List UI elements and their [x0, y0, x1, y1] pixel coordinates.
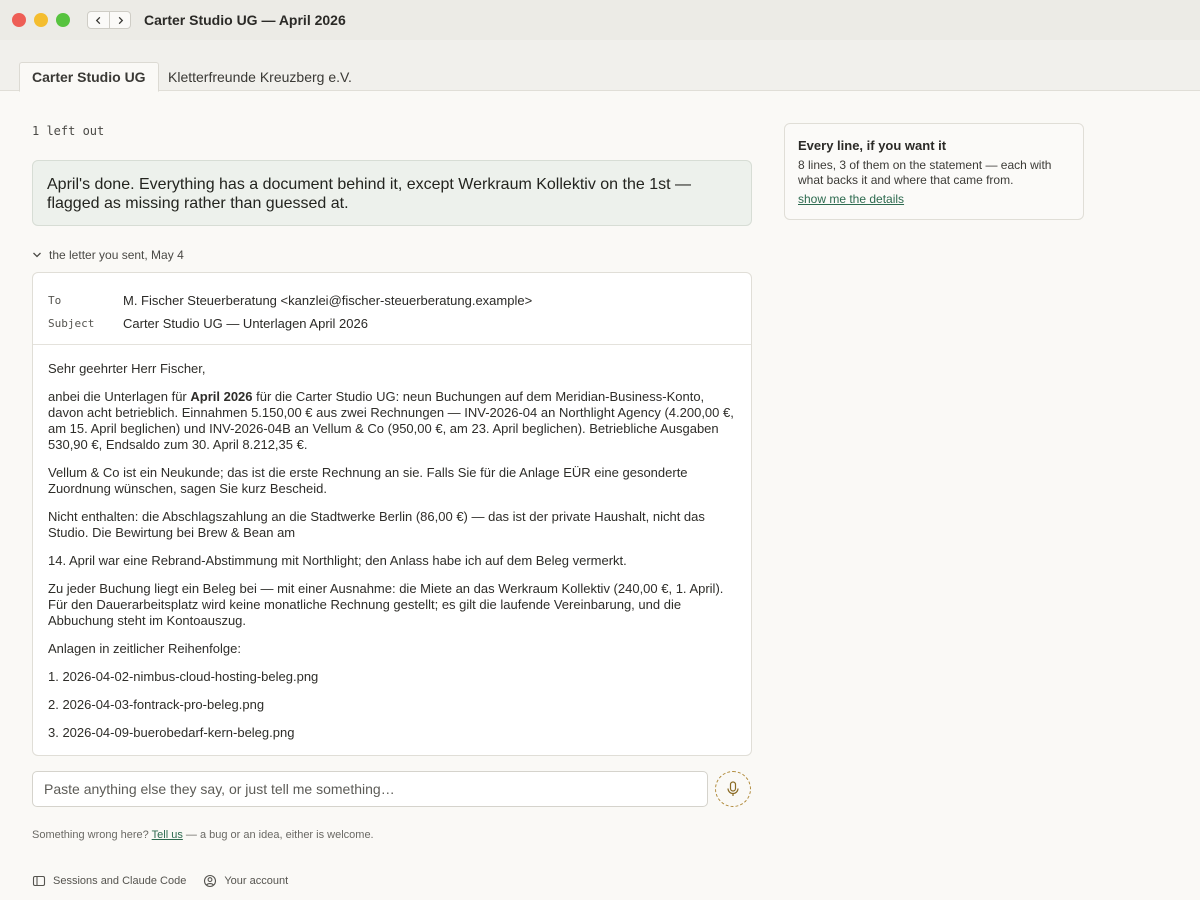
letter-disclosure[interactable]: the letter you sent, May 4: [32, 248, 184, 262]
letter-paragraph: anbei die Unterlagen für April 2026 für …: [48, 389, 736, 453]
feedback-text: Something wrong here?: [32, 829, 149, 841]
sessions-link[interactable]: Sessions and Claude Code: [32, 874, 186, 888]
footer: Sessions and Claude Code Your account: [32, 874, 288, 888]
account-label: Your account: [224, 875, 289, 887]
letter-paragraph: Anlagen in zeitlicher Reihenfolge:: [48, 641, 241, 656]
letter-header: To M. Fischer Steuerberatung <kanzlei@fi…: [33, 273, 751, 345]
feedback-text: — a bug or an idea, either is welcome.: [185, 829, 374, 841]
tab-bar: Carter Studio UG Kletterfreunde Kreuzber…: [0, 40, 1200, 92]
sent-letter: To M. Fischer Steuerberatung <kanzlei@fi…: [32, 272, 752, 756]
tab-carter-studio[interactable]: Carter Studio UG: [19, 62, 159, 92]
close-window-button[interactable]: [12, 13, 26, 27]
to-row: To M. Fischer Steuerberatung <kanzlei@fi…: [33, 289, 751, 312]
summary-message: April's done. Everything has a document …: [32, 160, 752, 226]
to-value: M. Fischer Steuerberatung <kanzlei@fisch…: [123, 293, 533, 308]
window-title: Carter Studio UG — April 2026: [144, 12, 346, 28]
window-controls: [12, 13, 70, 27]
subject-value: Carter Studio UG — Unterlagen April 2026: [123, 316, 368, 331]
sessions-label: Sessions and Claude Code: [53, 875, 187, 887]
forward-icon: [118, 16, 123, 24]
card-text: 8 lines, 3 of them on the statement — ea…: [798, 158, 1052, 187]
microphone-icon: [727, 781, 739, 796]
to-label: To: [48, 294, 62, 307]
tab-kletterfreunde[interactable]: Kletterfreunde Kreuzberg e.V.: [156, 62, 364, 91]
letter-paragraph: Vellum & Co ist ein Neukunde; das ist di…: [48, 465, 688, 496]
back-button[interactable]: [88, 12, 109, 28]
back-icon: [95, 16, 101, 24]
disclosure-label: the letter you sent, May 4: [49, 248, 184, 262]
forward-button[interactable]: [109, 12, 130, 28]
message-input[interactable]: Paste anything else they say, or just te…: [32, 771, 708, 807]
show-details-link[interactable]: show me the details: [798, 192, 904, 206]
chevron-down-icon: [33, 252, 41, 258]
sidebar-icon: [32, 875, 46, 887]
letter-text: anbei die Unterlagen für: [48, 389, 191, 404]
card-title: Every line, if you want it: [798, 138, 947, 153]
zoom-window-button[interactable]: [56, 13, 70, 27]
voice-input-button[interactable]: [715, 771, 751, 807]
title-bar: Carter Studio UG — April 2026: [0, 0, 1200, 40]
letter-month: April 2026: [190, 389, 253, 404]
subject-label: Subject: [48, 317, 95, 330]
navigation-buttons: [87, 11, 131, 29]
letter-body: Sehr geehrter Herr Fischer, anbei die Un…: [33, 345, 751, 741]
tell-us-link[interactable]: Tell us: [152, 829, 183, 841]
letter-greeting: Sehr geehrter Herr Fischer,: [48, 361, 206, 376]
letter-paragraph: Zu jeder Buchung liegt ein Beleg bei — m…: [48, 581, 724, 628]
letter-paragraph: 14. April war eine Rebrand-Abstimmung mi…: [48, 553, 627, 568]
account-icon: [204, 874, 217, 888]
attachment-item: 3. 2026-04-09-buerobedarf-kern-beleg.png: [48, 725, 295, 740]
subject-row: Subject Carter Studio UG — Unterlagen Ap…: [33, 312, 751, 335]
feedback-line: Something wrong here? Tell us — a bug or…: [32, 829, 374, 841]
account-link[interactable]: Your account: [203, 874, 288, 888]
details-card: Every line, if you want it 8 lines, 3 of…: [784, 123, 1084, 220]
attachment-item: 2. 2026-04-03-fontrack-pro-beleg.png: [48, 697, 265, 712]
left-out-count: 1 left out: [32, 124, 105, 138]
minimize-window-button[interactable]: [34, 13, 48, 27]
letter-paragraph: Nicht enthalten: die Abschlagszahlung an…: [48, 509, 705, 540]
attachment-item: 1. 2026-04-02-nimbus-cloud-hosting-beleg…: [48, 669, 319, 684]
